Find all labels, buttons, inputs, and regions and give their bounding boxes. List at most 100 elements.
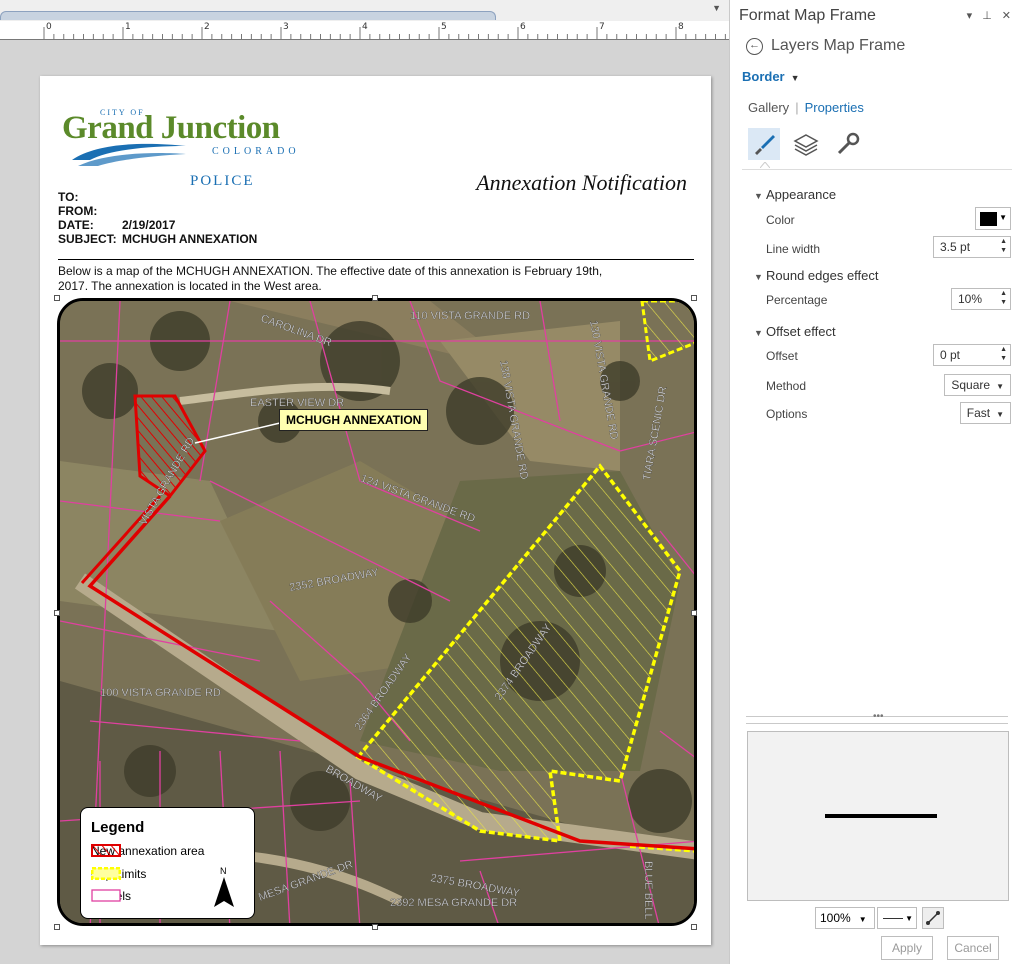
street-label: 2392 MESA GRANDE DR [390,897,517,909]
legend-title: Legend [91,819,145,836]
north-arrow-icon: N [213,866,235,910]
memo-title[interactable]: Annexation Notification [476,170,687,196]
back-label: Layers Map Frame [771,37,906,54]
selection-handle[interactable] [54,610,60,616]
pane-divider [742,169,1012,170]
ruler-label: 1 [125,22,131,32]
layers-icon [793,134,819,156]
legend-item-city-limits: City Limits [91,867,146,881]
layout-view[interactable]: ▼ 0 1 2 3 4 5 6 7 8 CITY OF Grand Juncti… [0,0,729,964]
pane-title: Format Map Frame [739,7,876,24]
memo-header[interactable]: TO: FROM: DATE: 2/19/2017 SUBJECT: MCHUGH … [58,190,257,246]
offset-value: 0 pt [940,348,961,362]
percentage-value: 10% [958,292,983,306]
format-map-frame-pane: Format Map Frame ▾ ⊥ ✕ ← Layers Map Fram… [729,0,1021,964]
tab-menu-icon[interactable]: ▼ [712,3,721,13]
layers-tab[interactable] [790,128,822,160]
cancel-button[interactable]: Cancel [947,936,999,960]
pane-menu-icon[interactable]: ▾ [967,9,973,22]
map-frame[interactable]: CAROLINA DR 110 VISTA GRANDE RD 138 VIST… [57,298,697,926]
selection-handle[interactable] [54,295,60,301]
memo-subject-value: MCHUGH ANNEXATION [122,232,258,246]
symbol-tab[interactable] [748,128,780,160]
tab-gallery[interactable]: Gallery [748,100,789,115]
preview-zoom-dropdown[interactable]: 100% ▼ [815,907,875,929]
options-tab[interactable] [832,128,864,160]
street-label: BLUE BELL LN [642,861,654,926]
tab-properties[interactable]: Properties [805,100,864,115]
offset-label: Offset [766,349,798,363]
legend-item-annexation: New annexation area [91,844,204,858]
legend-item-parcels: Parcels [91,889,131,903]
map-legend[interactable]: Legend New annexation area City Limits P… [80,807,255,919]
spinner-arrows-icon[interactable]: ▲ ▼ [1000,237,1007,255]
color-picker[interactable]: ▼ [975,207,1011,230]
city-limits-swatch [91,867,121,880]
method-value: Square [951,378,991,392]
chevron-down-icon: ▼ [905,914,913,923]
offset-section[interactable]: ▼ Offset effect [754,324,836,339]
logo-state: COLORADO [212,146,300,157]
pane-controls: ▾ ⊥ ✕ [967,9,1011,22]
memo-to-label: TO: [58,190,79,204]
percentage-input[interactable]: 10% ▲ ▼ [951,288,1011,310]
color-label: Color [766,213,795,227]
layout-page[interactable]: CITY OF Grand Junction COLORADO POLICE A… [40,76,711,945]
annexation-swatch [91,844,121,857]
chevron-down-icon: ▼ [996,382,1004,391]
street-label: 100 VISTA GRANDE RD [100,687,221,699]
collapse-chevron-icon: ▼ [754,191,763,201]
brush-icon [755,135,775,155]
logo-department: POLICE [190,173,255,189]
layout-tab[interactable] [0,11,496,20]
chevron-down-icon: ▼ [858,915,867,924]
street-label: EASTER VIEW DR [250,397,344,409]
apply-button[interactable]: Apply [881,936,933,960]
preview-line-dropdown[interactable]: ▼ [877,907,917,929]
preview-line [825,814,937,818]
memo-date-label: DATE: [58,218,94,232]
collapse-chevron-icon: ▼ [754,272,763,282]
element-dropdown[interactable]: Border ▼ [742,69,800,84]
city-logo: CITY OF Grand Junction COLORADO POLICE [60,108,320,198]
north-label: N [220,866,227,876]
layout-tab-strip: ▼ [0,0,729,22]
ruler-label: 3 [283,22,289,32]
ruler-label: 7 [599,22,605,32]
ruler-label: 5 [441,22,447,32]
round-edges-section[interactable]: ▼ Round edges effect [754,268,879,283]
spinner-arrows-icon[interactable]: ▲ ▼ [1000,345,1007,363]
color-swatch [980,212,997,226]
close-icon[interactable]: ✕ [1002,9,1011,22]
percentage-label: Percentage [766,293,828,307]
wrench-icon [837,132,860,155]
memo-from-label: FROM: [58,204,98,218]
selection-handle[interactable] [691,610,697,616]
tab-separator: | [795,100,799,115]
selection-handle[interactable] [372,924,378,930]
selection-handle[interactable] [691,924,697,930]
selection-handle[interactable] [54,924,60,930]
line-sample-icon [883,918,903,919]
options-value: Fast [966,406,991,420]
offset-input[interactable]: 0 pt ▲ ▼ [933,344,1011,366]
chevron-down-icon: ▼ [996,410,1004,419]
body-text[interactable]: Below is a map of the MCHUGH ANNEXATION.… [58,264,618,294]
preview-toggle-button[interactable] [922,907,944,929]
selection-handle[interactable] [372,295,378,301]
divider-line [58,259,694,260]
ruler-label: 2 [204,22,210,32]
pin-icon[interactable]: ⊥ [982,9,992,22]
selected-tab-marker [760,162,770,168]
back-button[interactable]: ← Layers Map Frame [746,37,905,55]
selection-handle[interactable] [691,295,697,301]
spinner-arrows-icon[interactable]: ▲ ▼ [1000,289,1007,307]
line-width-input[interactable]: 3.5 pt ▲ ▼ [933,236,1011,258]
appearance-section[interactable]: ▼ Appearance [754,187,836,202]
method-dropdown[interactable]: Square ▼ [944,374,1011,396]
preview-splitter[interactable]: ••• [746,711,1008,724]
line-width-label: Line width [766,242,821,256]
round-edges-header: Round edges effect [766,268,879,283]
ruler-label: 6 [520,22,526,32]
options-dropdown[interactable]: Fast ▼ [959,402,1011,424]
